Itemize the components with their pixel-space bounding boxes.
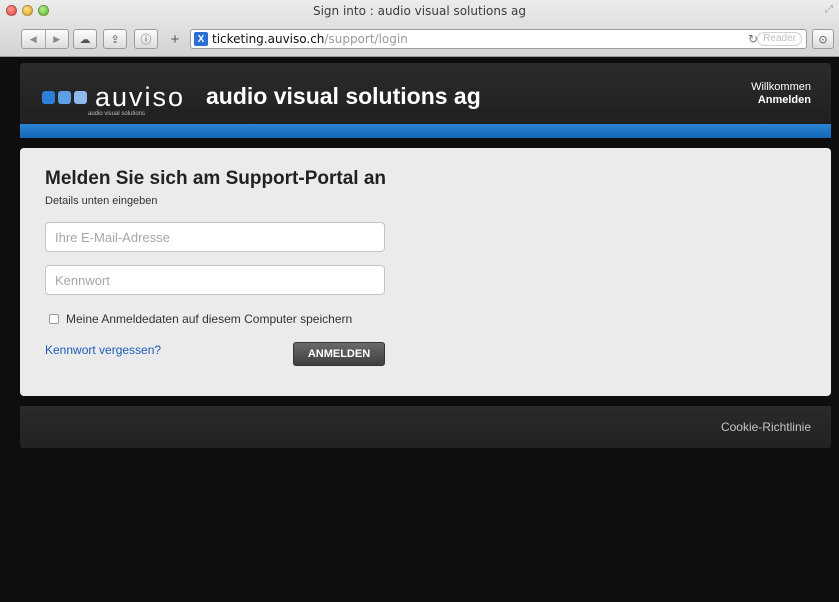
logo-square-icon [42, 90, 55, 104]
url-host: ticketing.auviso.ch [212, 32, 325, 46]
logo-tagline: audio visual solutions [88, 111, 146, 117]
share-button[interactable]: ⇪ [103, 29, 127, 49]
address-bar[interactable]: X ticketing.auviso.ch/support/login ↻ Re… [190, 29, 807, 49]
email-input[interactable] [45, 222, 385, 252]
user-nav: Willkommen Anmelden [751, 81, 811, 107]
plus-icon: + [170, 30, 180, 48]
url-path: /support/login [324, 32, 408, 46]
forward-button[interactable]: ▶ [44, 30, 69, 48]
site-favicon-icon: X [194, 32, 208, 46]
login-card: Melden Sie sich am Support-Portal an Det… [20, 148, 831, 396]
login-button[interactable]: ANMELDEN [293, 342, 385, 366]
nav-buttons: ◀ ▶ [21, 29, 69, 49]
cookie-policy-link[interactable]: Cookie-Richtlinie [721, 420, 811, 434]
remember-label: Meine Anmeldedaten auf diesem Computer s… [66, 312, 353, 326]
info-icon: ⓘ [140, 34, 152, 46]
login-heading: Melden Sie sich am Support-Portal an [45, 168, 387, 189]
title-bar: Sign into : audio visual solutions ag ⤢ [0, 0, 839, 22]
company-name: audio visual solutions ag [206, 83, 481, 109]
forgot-password-link[interactable]: Kennwort vergessen? [45, 343, 161, 357]
share-icon: ⇪ [110, 33, 120, 46]
logo-square-icon [74, 90, 87, 104]
extension-button[interactable]: ⓘ [134, 29, 158, 49]
header-login-link[interactable]: Anmelden [751, 94, 811, 107]
welcome-text: Willkommen [751, 81, 811, 93]
reader-button[interactable]: Reader [757, 32, 802, 46]
downloads-icon: ⊙ [818, 33, 828, 46]
new-tab-button[interactable]: + [165, 29, 185, 49]
remember-checkbox[interactable] [49, 314, 59, 324]
logo-square-icon [58, 90, 71, 104]
logo-wordmark: auviso [95, 82, 186, 112]
header-accent-bar [20, 124, 831, 138]
url-text[interactable]: ticketing.auviso.ch/support/login [212, 32, 408, 46]
web-page: auviso audio visual solutions audio visu… [0, 58, 839, 602]
window-title: Sign into : audio visual solutions ag [312, 4, 527, 18]
login-subtitle: Details unten eingeben [45, 195, 158, 207]
browser-toolbar: ◀ ▶ ☁ ⇪ ⓘ + X ticketing.auviso.ch/suppor… [0, 29, 839, 51]
cloud-icon: ☁ [79, 33, 91, 46]
fullscreen-icon[interactable]: ⤢ [825, 4, 833, 15]
icloud-tabs-button[interactable]: ☁ [73, 29, 97, 49]
browser-chrome: Sign into : audio visual solutions ag ⤢ … [0, 0, 839, 57]
auviso-logo[interactable]: auviso [42, 82, 186, 112]
site-footer: Cookie-Richtlinie [20, 406, 831, 448]
downloads-button[interactable]: ⊙ [812, 29, 834, 49]
password-input[interactable] [45, 265, 385, 295]
back-button[interactable]: ◀ [22, 30, 45, 48]
remember-me[interactable]: Meine Anmeldedaten auf diesem Computer s… [49, 312, 352, 326]
